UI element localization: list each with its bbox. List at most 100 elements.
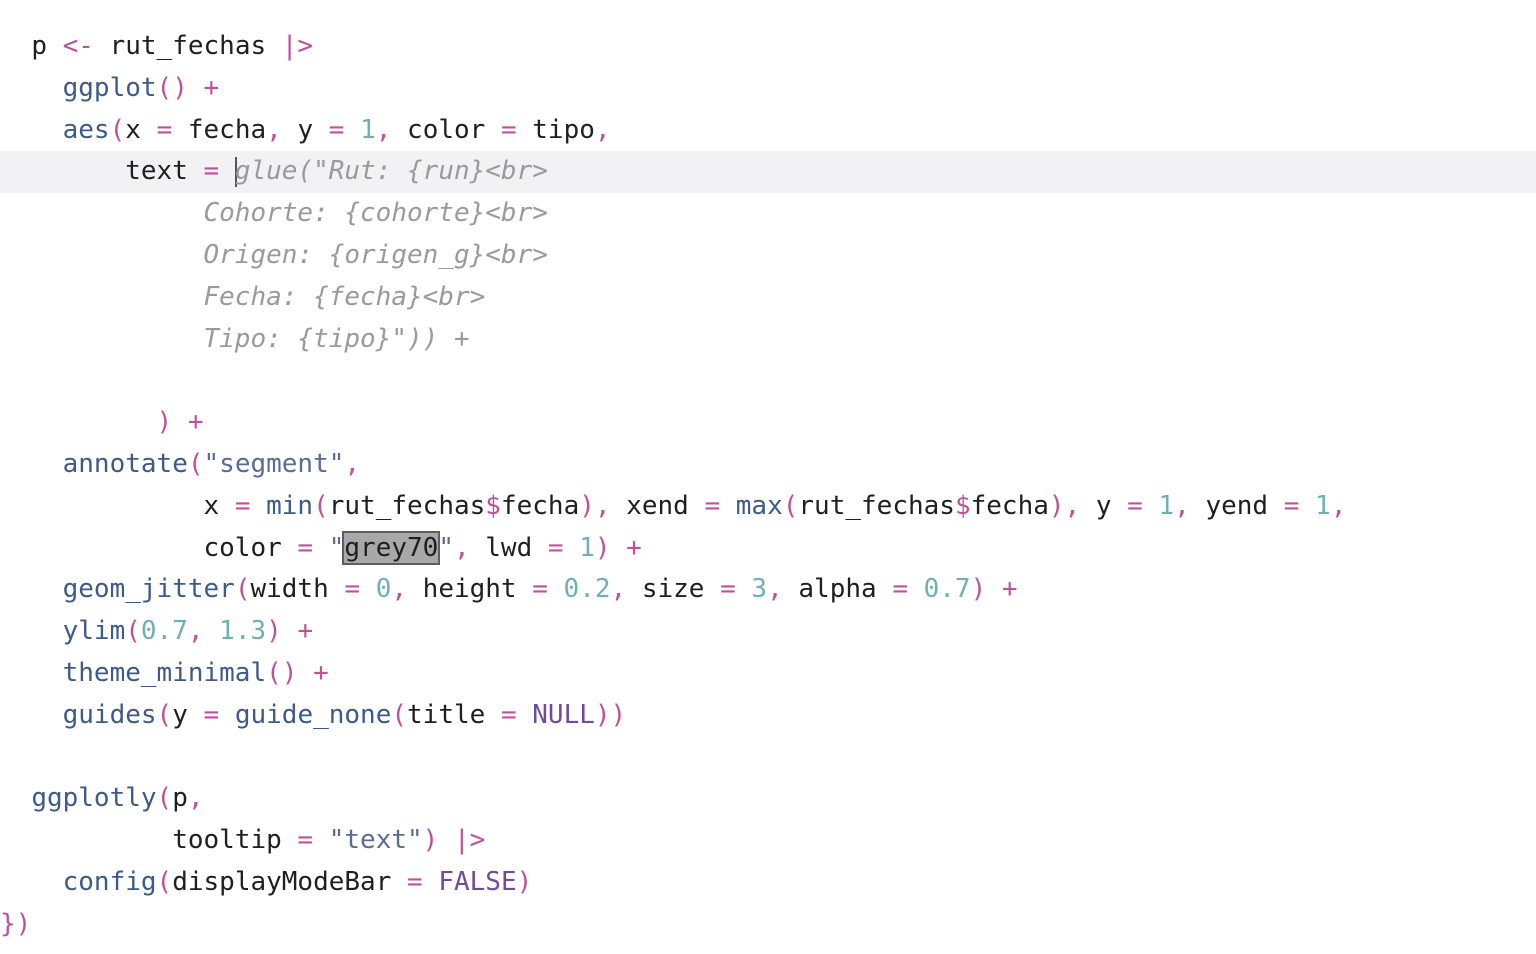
- code-line[interactable]: Cohorte: {cohorte}<br>: [0, 193, 1536, 235]
- code-token: FALSE: [422, 866, 517, 897]
- code-token: 1: [563, 532, 595, 563]
- code-token: ,: [391, 574, 408, 605]
- code-token: 0: [360, 574, 392, 605]
- code-token: =: [720, 574, 736, 605]
- code-token: (: [156, 699, 173, 730]
- code-token: ): [266, 616, 282, 647]
- code-token: $: [485, 490, 501, 521]
- code-line[interactable]: tooltip = "text") |>: [0, 820, 1536, 862]
- code-token: fecha: [970, 490, 1049, 521]
- code-token: 3: [735, 574, 768, 605]
- code-token: (: [125, 616, 141, 647]
- code-token: ,: [1174, 490, 1190, 521]
- code-line[interactable]: color = "grey70", lwd = 1) +: [0, 528, 1536, 570]
- code-token: (: [313, 490, 329, 521]
- code-token: 1: [1142, 490, 1175, 521]
- code-token: y: [172, 699, 204, 730]
- code-token: =: [704, 490, 721, 521]
- code-token: ,: [187, 783, 204, 814]
- code-token: (: [109, 114, 126, 145]
- code-token: config: [62, 866, 157, 897]
- code-token: (: [234, 574, 251, 605]
- code-token: =: [532, 574, 548, 605]
- code-line[interactable]: Fecha: {fecha}<br>: [0, 277, 1536, 319]
- code-token: |>: [438, 825, 486, 856]
- code-token: displayModeBar: [172, 866, 408, 897]
- code-token: 1: [1299, 490, 1331, 521]
- code-line[interactable]: aes(x = fecha, y = 1, color = tipo,: [0, 110, 1536, 152]
- code-token: theme_minimal: [62, 657, 267, 688]
- code-token: tipo: [516, 114, 595, 145]
- code-token: ,: [1330, 490, 1347, 521]
- code-line[interactable]: p <- rut_fechas |>: [0, 26, 1536, 68]
- code-token: (: [782, 490, 799, 521]
- code-token: 1: [344, 114, 376, 145]
- code-line[interactable]: guides(y = guide_none(title = NULL)): [0, 695, 1536, 737]
- code-line[interactable]: annotate("segment",: [0, 444, 1536, 486]
- code-line[interactable]: Origen: {origen_g}<br>: [0, 235, 1536, 277]
- code-token: ): [422, 825, 439, 856]
- code-token: p: [172, 783, 188, 814]
- code-token: lwd: [469, 532, 548, 563]
- inline-suggestion-token: Origen: {origen_g}<br>: [203, 239, 548, 270]
- code-line[interactable]: ggplot() +: [0, 68, 1536, 110]
- code-token: max: [735, 490, 783, 521]
- code-line[interactable]: ) +: [0, 402, 1536, 444]
- code-line[interactable]: ylim(0.7, 1.3) +: [0, 611, 1536, 653]
- code-token: rut_fechas: [328, 490, 486, 521]
- code-line[interactable]: }): [0, 904, 1536, 946]
- code-line[interactable]: theme_minimal() +: [0, 653, 1536, 695]
- code-token: 1.3: [203, 616, 267, 647]
- code-token: rut_fechas: [798, 490, 955, 521]
- code-line[interactable]: config(displayModeBar = FALSE): [0, 862, 1536, 904]
- code-line[interactable]: ggplotly(p,: [0, 778, 1536, 820]
- code-token: ylim: [62, 616, 126, 647]
- code-token: aes: [62, 114, 110, 145]
- code-token: 0.7: [907, 574, 971, 605]
- code-token: ),: [579, 490, 611, 521]
- code-line[interactable]: Tipo: {tipo}")) +: [0, 319, 1536, 361]
- code-line[interactable]: [0, 360, 1536, 402]
- code-token: |>: [281, 31, 314, 61]
- code-token: +: [610, 532, 642, 563]
- code-token: ": [313, 532, 345, 563]
- code-line[interactable]: x = min(rut_fechas$fecha), xend = max(ru…: [0, 486, 1536, 528]
- code-token: (: [156, 866, 173, 897]
- code-token: ggplot: [62, 72, 157, 103]
- code-editor[interactable]: p <- rut_fechas |> ggplot() + aes(x = fe…: [0, 26, 1536, 946]
- code-line[interactable]: geom_jitter(width = 0, height = 0.2, siz…: [0, 569, 1536, 611]
- code-token: (): [266, 657, 298, 688]
- code-token: ,: [266, 114, 282, 145]
- inline-suggestion-token: Fecha: {fecha}<br>: [203, 281, 486, 312]
- code-token: y: [1080, 490, 1128, 521]
- code-token: ,: [610, 574, 627, 605]
- code-token: ): [156, 407, 173, 438]
- code-token: =: [407, 866, 423, 897]
- code-token: ,: [767, 574, 783, 605]
- code-token: text: [125, 156, 204, 187]
- code-token: +: [172, 407, 204, 438]
- code-token: =: [297, 532, 314, 563]
- code-token: ,: [344, 448, 361, 479]
- code-token: +: [297, 657, 329, 688]
- code-token: alpha: [782, 574, 893, 605]
- code-token: +: [187, 72, 220, 103]
- code-token: =: [1283, 490, 1300, 521]
- code-token: =: [297, 825, 314, 856]
- code-line[interactable]: [0, 737, 1536, 779]
- code-token: (: [391, 699, 408, 730]
- code-line-current[interactable]: text = glue("Rut: {run}<br>: [0, 151, 1536, 194]
- code-token: guide_none: [234, 699, 392, 730]
- inline-suggestion-token: Cohorte: {cohorte}<br>: [203, 198, 548, 229]
